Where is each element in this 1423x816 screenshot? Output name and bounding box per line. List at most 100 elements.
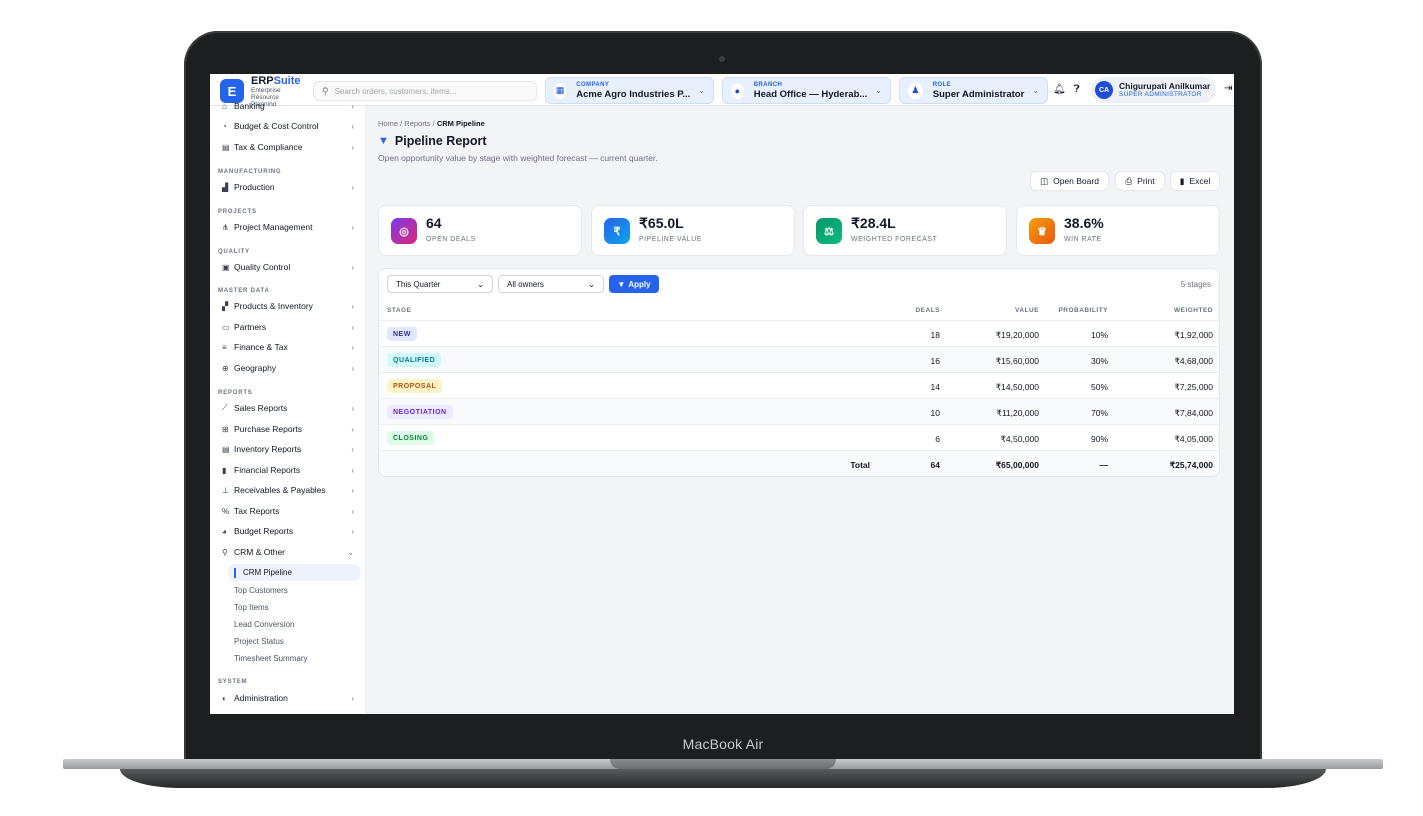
table-row[interactable]: CLOSING 6 ₹4,50,000 90% ₹4,05,000 xyxy=(379,425,1219,451)
table-row[interactable]: QUALIFIED 16 ₹15,60,000 30% ₹4,68,000 xyxy=(379,347,1219,373)
sidebar-sub-lead-conversion[interactable]: Lead Conversion xyxy=(234,620,294,629)
chevron-right-icon: › xyxy=(351,262,354,272)
pipeline-table-panel: This Quarter ⌄ All owners ⌄ ▼ Apply 5 st… xyxy=(378,268,1220,477)
company-selector[interactable]: ▦ COMPANY Acme Agro Industries P... ⌄ xyxy=(545,77,714,104)
group-system: SYSTEM xyxy=(218,679,248,685)
sidebar-item-production[interactable]: ▟ Production › xyxy=(222,179,360,195)
role-label: ROLE xyxy=(932,81,952,88)
chevron-right-icon: › xyxy=(351,403,354,413)
header-stage[interactable]: STAGE xyxy=(387,307,411,314)
sidebar-sub-crm-pipeline[interactable]: CRM Pipeline xyxy=(243,568,292,577)
coins-icon: ≡ xyxy=(222,342,227,352)
branch-label: BRANCH xyxy=(753,81,783,88)
sidebar-item-partners[interactable]: ▭ Partners › xyxy=(222,319,360,335)
chevron-right-icon: › xyxy=(351,506,354,516)
sidebar-item-budget-cost[interactable]: ◔ Budget & Cost Control › xyxy=(222,118,360,134)
breadcrumb-current: CRM Pipeline xyxy=(436,119,485,128)
sidebar-item-geography[interactable]: ⊕ Geography › xyxy=(222,360,360,376)
user-role-icon: ♟ xyxy=(908,82,923,99)
sidebar-item-purchase-reports[interactable]: ⊞ Purchase Reports › xyxy=(222,421,360,437)
breadcrumb-home[interactable]: Home xyxy=(378,119,398,128)
sidebar-item-budget-reports[interactable]: ◕ Budget Reports › xyxy=(222,523,360,539)
header-deals[interactable]: DEALS xyxy=(915,307,940,314)
owner-select[interactable]: All owners ⌄ xyxy=(498,275,604,293)
open-board-button[interactable]: ◫ Open Board xyxy=(1030,171,1109,191)
sidebar-sub-project-status[interactable]: Project Status xyxy=(234,637,284,646)
filter-icon: ▼ xyxy=(617,279,626,289)
top-bar: E ERPSuite Enterprise Resource Planning … xyxy=(210,74,1234,108)
laptop-lid: E ERPSuite Enterprise Resource Planning … xyxy=(184,31,1262,763)
cart-icon: ⊞ xyxy=(222,424,229,434)
stage-badge: PROPOSAL xyxy=(387,379,443,393)
bank-icon: ⌂ xyxy=(222,101,227,111)
search-icon: ⚲ xyxy=(222,547,228,557)
role-value: Super Administrator xyxy=(932,88,1025,100)
breadcrumb-reports[interactable]: Reports xyxy=(404,119,430,128)
app-name: ERPSuite xyxy=(251,75,301,87)
apply-button[interactable]: ▼ Apply xyxy=(609,275,659,293)
device-label: MacBook Air xyxy=(682,736,764,752)
sidebar-item-inventory-reports[interactable]: ▤ Inventory Reports › xyxy=(222,441,360,457)
sidebar-sub-top-customers[interactable]: Top Customers xyxy=(234,586,288,595)
sidebar-item-financial-reports[interactable]: ▮ Financial Reports › xyxy=(222,462,360,478)
group-projects: PROJECTS xyxy=(218,209,257,215)
search-placeholder: Search orders, customers, items... xyxy=(334,86,457,96)
sidebar-item-project-management[interactable]: ⋔ Project Management › xyxy=(222,219,360,235)
header-weighted[interactable]: WEIGHTED xyxy=(1174,307,1213,314)
stage-badge: CLOSING xyxy=(387,431,435,445)
group-reports: REPORTS xyxy=(218,390,253,396)
sidebar-sub-timesheet-summary[interactable]: Timesheet Summary xyxy=(234,654,308,663)
sidebar-item-products-inventory[interactable]: ▞ Products & Inventory › xyxy=(222,298,360,314)
total-label: Total xyxy=(850,460,870,470)
sidebar-item-tax-reports[interactable]: % Tax Reports › xyxy=(222,503,360,519)
period-select[interactable]: This Quarter ⌄ xyxy=(387,275,493,293)
chevron-down-icon: ⌄ xyxy=(1032,86,1039,95)
sidebar-item-quality-control[interactable]: ▣ Quality Control › xyxy=(222,259,360,275)
sidebar-item-finance-tax[interactable]: ≡ Finance & Tax › xyxy=(222,339,360,355)
sidebar-item-receivables-payables[interactable]: ⊥ Receivables & Payables › xyxy=(222,482,360,498)
document-icon: ▤ xyxy=(222,142,230,152)
globe-icon: ⊕ xyxy=(222,363,229,373)
branch-value: Head Office — Hyderab... xyxy=(753,88,868,100)
help-icon[interactable]: ❓︎ xyxy=(1074,84,1080,95)
chevron-right-icon: › xyxy=(351,526,354,536)
chevron-down-icon: ⌄ xyxy=(875,86,882,95)
kpi-win-rate: ♛ 38.6% WIN RATE xyxy=(1016,205,1220,256)
sidebar-item-banking[interactable]: ⌂ Banking › xyxy=(222,98,360,114)
target-icon: ◎ xyxy=(391,218,417,244)
chevron-right-icon: › xyxy=(351,222,354,232)
group-quality: QUALITY xyxy=(218,249,250,255)
sidebar-item-sales-reports[interactable]: ⟋ Sales Reports › xyxy=(222,400,360,416)
header-value[interactable]: VALUE xyxy=(1015,307,1039,314)
boxes-icon: ▞ xyxy=(222,301,229,311)
chevron-right-icon: › xyxy=(351,485,354,495)
chevron-down-icon: ⌄ xyxy=(588,279,595,289)
table-row[interactable]: PROPOSAL 14 ₹14,50,000 50% ₹7,25,000 xyxy=(379,373,1219,399)
company-label: COMPANY xyxy=(576,81,610,88)
stage-badge: NEGOTIATION xyxy=(387,405,453,419)
table-row[interactable]: NEW 18 ₹19,20,000 10% ₹1,92,000 xyxy=(379,321,1219,347)
branch-selector[interactable]: ● BRANCH Head Office — Hyderab... ⌄ xyxy=(722,77,891,104)
table-row[interactable]: NEGOTIATION 10 ₹11,20,000 70% ₹7,84,000 xyxy=(379,399,1219,425)
shield-icon: ◐ xyxy=(222,693,227,703)
board-icon: ◫ xyxy=(1040,175,1049,186)
logout-icon[interactable]: ⇥ xyxy=(1224,83,1232,94)
page-subtitle: Open opportunity value by stage with wei… xyxy=(378,153,658,163)
header-probability[interactable]: PROBABILITY xyxy=(1058,307,1108,314)
role-selector[interactable]: ♟ ROLE Super Administrator ⌄ xyxy=(899,77,1048,104)
sidebar-item-crm-other[interactable]: ⚲ CRM & Other ⌄ xyxy=(222,544,360,560)
print-button[interactable]: ⎙ Print xyxy=(1115,171,1165,191)
sidebar-item-administration[interactable]: ◐ Administration › xyxy=(222,690,360,706)
user-menu[interactable]: CA Chigurupati Anilkumar SUPER ADMINISTR… xyxy=(1091,77,1216,103)
chevron-right-icon: › xyxy=(351,182,354,192)
stage-badge: NEW xyxy=(387,327,417,341)
chevron-right-icon: › xyxy=(351,693,354,703)
sidebar-sub-top-items[interactable]: Top Items xyxy=(234,603,269,612)
sidebar-item-tax-compliance[interactable]: ▤ Tax & Compliance › xyxy=(222,139,360,155)
company-value: Acme Agro Industries P... xyxy=(576,88,691,100)
bell-icon[interactable]: 🔔︎ xyxy=(1053,84,1066,95)
group-manufacturing: MANUFACTURING xyxy=(218,169,282,175)
scale-icon: ⚖ xyxy=(816,218,842,244)
kpi-open-deals: ◎ 64 OPEN DEALS xyxy=(378,205,582,256)
excel-button[interactable]: ▮ Excel xyxy=(1170,171,1220,191)
